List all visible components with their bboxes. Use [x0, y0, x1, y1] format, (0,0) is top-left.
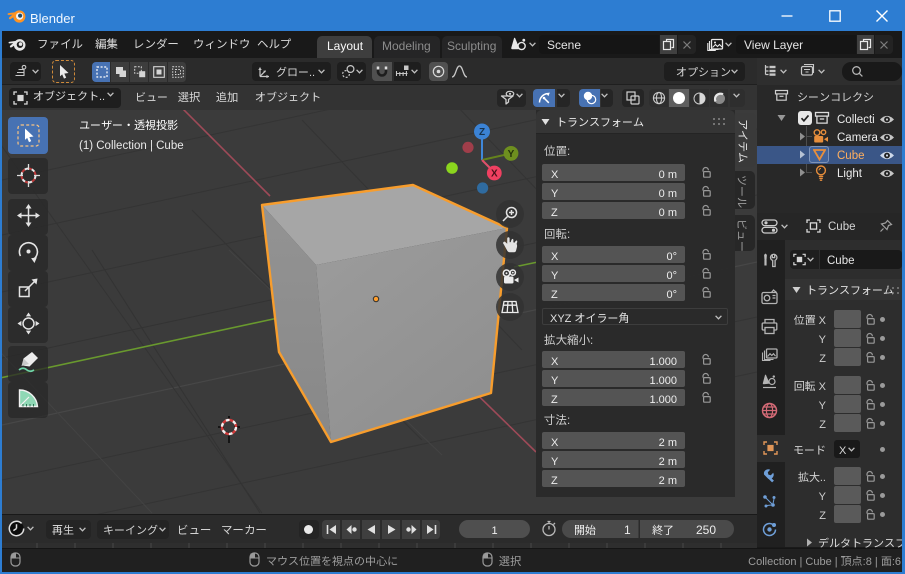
svg-text:Z: Z	[479, 123, 485, 138]
svg-text:X: X	[491, 165, 498, 180]
svg-text:Y: Y	[508, 145, 515, 160]
